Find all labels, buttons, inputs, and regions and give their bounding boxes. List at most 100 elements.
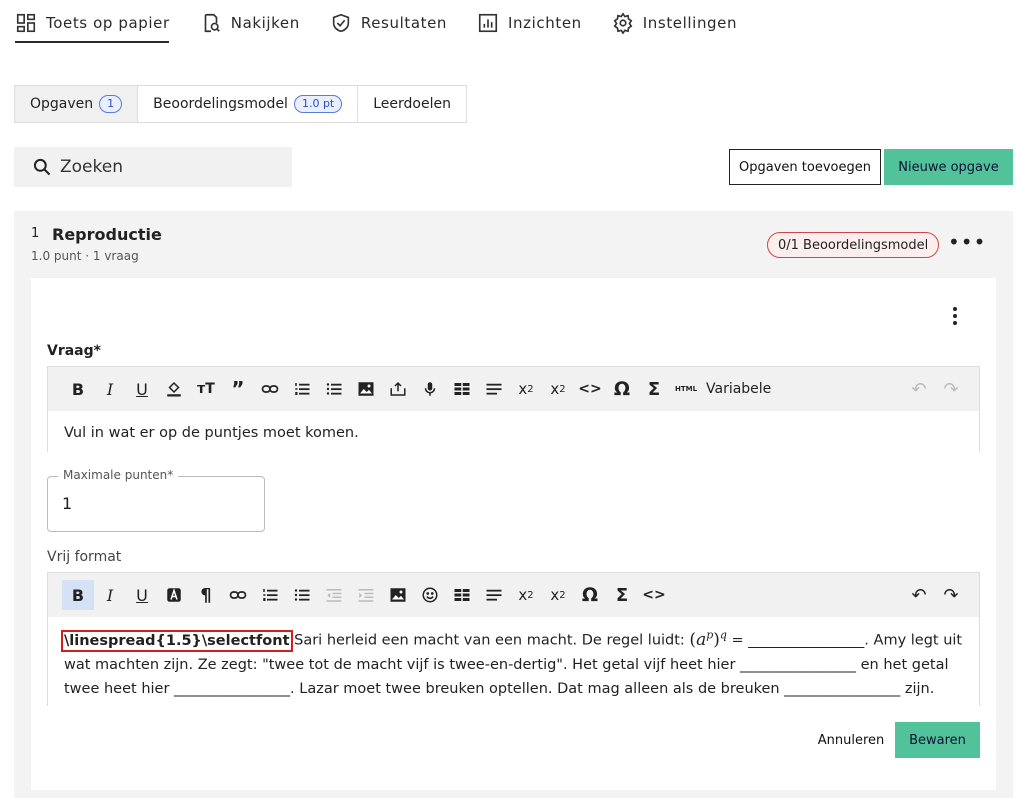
table-icon[interactable] — [446, 374, 478, 404]
superscript-icon[interactable]: x2 — [542, 580, 574, 610]
text-size-icon[interactable]: ᴛT — [190, 374, 222, 404]
more-horizontal-icon[interactable]: ••• — [948, 232, 986, 252]
superscript-icon[interactable]: x2 — [542, 374, 574, 404]
review-icon — [204, 13, 220, 33]
dashboard-icon — [16, 13, 36, 33]
free-format-text-1: Sari herleid een macht van een macht. De… — [294, 632, 690, 649]
indent-icon[interactable] — [350, 580, 382, 610]
underline-icon[interactable]: U — [126, 374, 158, 404]
free-format-editor: B I U ¶ x2 x2 Ω Σ <> ↶ ↷ \linespread{1.5… — [47, 572, 980, 707]
free-format-toolbar: B I U ¶ x2 x2 Ω Σ <> ↶ ↷ — [48, 573, 979, 617]
ordered-list-icon[interactable] — [254, 580, 286, 610]
microphone-icon[interactable] — [414, 374, 446, 404]
bold-icon[interactable]: B — [62, 580, 94, 610]
tab-label: Beoordelingsmodel — [153, 96, 288, 112]
ordered-list-icon[interactable] — [286, 374, 318, 404]
fill-color-icon[interactable] — [158, 374, 190, 404]
max-points-value: 1 — [62, 494, 73, 513]
nav-inzichten[interactable]: Inzichten — [462, 0, 597, 46]
bullet-list-icon[interactable] — [318, 374, 350, 404]
question-editor: B I U ᴛT ” x2 x2 <> Ω Σ HTML Variabele ↶… — [47, 366, 980, 455]
gear-icon — [613, 12, 633, 34]
outdent-icon[interactable] — [318, 580, 350, 610]
paragraph-icon[interactable]: ¶ — [190, 580, 222, 610]
question-text: Vul in wat er op de puntjes moet komen. — [64, 425, 359, 441]
free-format-text-area[interactable]: \linespread{1.5}\selectfont Sari herleid… — [48, 617, 979, 707]
tab-label: Opgaven — [30, 96, 94, 112]
tab-leerdoelen[interactable]: Leerdoelen — [358, 86, 466, 122]
image-icon[interactable] — [350, 374, 382, 404]
undo-icon[interactable]: ↶ — [903, 580, 935, 610]
history-controls: ↶ ↷ — [903, 580, 967, 610]
omega-icon[interactable]: Ω — [606, 374, 638, 404]
status-badge[interactable]: 0/1 Beoordelingsmodel — [767, 232, 940, 258]
formula-exp-p: p — [706, 628, 714, 641]
nav-label: Nakijken — [230, 14, 300, 32]
chart-icon — [478, 13, 498, 33]
new-question-button[interactable]: Nieuwe opgave — [884, 149, 1013, 185]
nav-instellingen[interactable]: Instellingen — [597, 0, 752, 46]
sigma-icon[interactable]: Σ — [606, 580, 638, 610]
question-toolbar: B I U ᴛT ” x2 x2 <> Ω Σ HTML Variabele ↶… — [48, 367, 979, 411]
section-meta: 1.0 punt · 1 vraag — [31, 249, 139, 263]
variable-button[interactable]: Variabele — [706, 381, 771, 397]
omega-icon[interactable]: Ω — [574, 580, 606, 610]
nav-nakijken[interactable]: Nakijken — [185, 0, 315, 46]
quote-icon[interactable]: ” — [222, 374, 254, 404]
redo-icon[interactable]: ↷ — [935, 374, 967, 404]
code-icon[interactable]: <> — [638, 580, 670, 610]
count-badge: 1 — [99, 95, 123, 113]
question-label: Vraag* — [47, 343, 101, 359]
redo-icon[interactable]: ↷ — [935, 580, 967, 610]
history-controls: ↶ ↷ — [903, 374, 967, 404]
nav-label: Toets op papier — [46, 14, 170, 32]
top-nav: Toets op papier Nakijken Resultaten Inzi… — [0, 0, 1017, 46]
add-questions-button[interactable]: Opgaven toevoegen — [729, 149, 881, 185]
max-points-field[interactable]: Maximale punten* 1 — [47, 468, 265, 532]
bullet-list-icon[interactable] — [286, 580, 318, 610]
subscript-icon[interactable]: x2 — [510, 374, 542, 404]
link-icon[interactable] — [222, 580, 254, 610]
nav-resultaten[interactable]: Resultaten — [315, 0, 462, 46]
bold-icon[interactable]: B — [62, 374, 94, 404]
nav-label: Resultaten — [360, 14, 448, 32]
free-format-label: Vrij format — [47, 549, 122, 565]
code-icon[interactable]: <> — [574, 374, 606, 404]
max-points-label: Maximale punten* — [58, 468, 179, 482]
upload-icon[interactable] — [382, 374, 414, 404]
subscript-icon[interactable]: x2 — [510, 580, 542, 610]
text-color-icon[interactable] — [158, 580, 190, 610]
subtab-bar: Opgaven 1 Beoordelingsmodel 1.0 pt Leerd… — [14, 85, 467, 123]
table-icon[interactable] — [446, 580, 478, 610]
search-placeholder: Zoeken — [60, 157, 123, 177]
shield-check-icon — [332, 13, 350, 33]
html-icon[interactable]: HTML — [670, 374, 702, 404]
nav-toets-op-papier[interactable]: Toets op papier — [0, 0, 185, 46]
sigma-icon[interactable]: Σ — [638, 374, 670, 404]
underline-icon[interactable]: U — [126, 580, 158, 610]
nav-label: Inzichten — [508, 14, 582, 32]
more-vertical-icon[interactable] — [948, 307, 962, 327]
points-badge: 1.0 pt — [293, 95, 343, 113]
undo-icon[interactable]: ↶ — [903, 374, 935, 404]
formula: (ap)q — [689, 628, 727, 650]
align-icon[interactable] — [478, 374, 510, 404]
formula-base: a — [696, 629, 707, 650]
image-icon[interactable] — [382, 580, 414, 610]
link-icon[interactable] — [254, 374, 286, 404]
highlighted-latex: \linespread{1.5}\selectfont — [61, 629, 293, 652]
emoji-icon[interactable] — [414, 580, 446, 610]
search-input[interactable]: Zoeken — [14, 147, 292, 187]
tab-label: Leerdoelen — [373, 96, 451, 112]
question-text-area[interactable]: Vul in wat er op de puntjes moet komen. — [48, 411, 979, 455]
tab-beoordelingsmodel[interactable]: Beoordelingsmodel 1.0 pt — [138, 86, 359, 122]
tab-opgaven[interactable]: Opgaven 1 — [15, 86, 139, 122]
align-icon[interactable] — [478, 580, 510, 610]
save-button[interactable]: Bewaren — [895, 722, 980, 758]
section-title: Reproductie — [52, 225, 162, 244]
formula-exp-q: q — [719, 628, 727, 641]
italic-icon[interactable]: I — [94, 374, 126, 404]
section-panel: 1 Reproductie 1.0 punt · 1 vraag 0/1 Beo… — [14, 211, 1013, 798]
italic-icon[interactable]: I — [94, 580, 126, 610]
cancel-button[interactable]: Annuleren — [801, 722, 901, 758]
